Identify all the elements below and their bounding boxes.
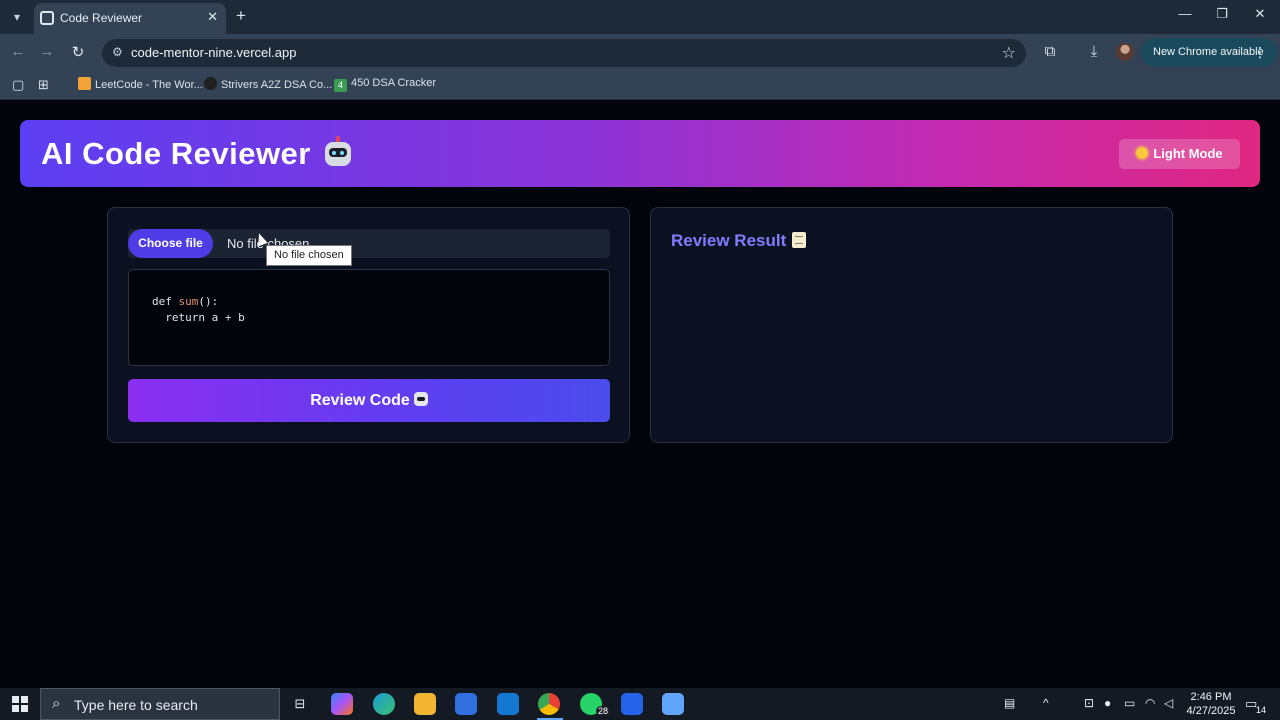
whatsapp-badge: 28 [596,706,611,716]
file-explorer-icon[interactable] [414,693,436,715]
chrome-icon[interactable] [538,693,560,715]
browser-toolbar: ← → ↻ ⚙ code-mentor-nine.vercel.app ☆ ⧉ … [0,34,1280,72]
outlook-icon[interactable] [497,693,519,715]
page-favicon-icon [40,11,54,25]
battery-icon[interactable]: ▭ [1124,696,1135,710]
taskbar-clock[interactable]: 2:46 PM 4/27/2025 [1185,690,1237,718]
review-result-panel: Review Result [650,207,1173,443]
tab-strip: ▾ Code Reviewer ✕ + — ❐ ✕ [0,0,1280,34]
tab-title: Code Reviewer [60,11,143,25]
edge-icon[interactable] [373,693,395,715]
back-icon[interactable]: ← [8,43,28,60]
code-input-panel: Choose file No file chosen No file chose… [107,207,630,443]
review-code-button[interactable]: Review Code [128,379,610,422]
light-mode-toggle-button[interactable]: Light Mode [1119,139,1240,169]
file-tooltip: No file chosen [266,245,352,266]
url-text[interactable]: code-mentor-nine.vercel.app [131,45,296,60]
reload-icon[interactable]: ↻ [68,43,88,61]
memo-icon [792,232,807,248]
close-window-icon[interactable]: ✕ [1250,6,1270,22]
task-view-icon[interactable]: ⊟ [289,693,311,715]
code-line: return a + b [152,311,245,324]
taskbar-search-placeholder: Type here to search [74,697,198,713]
windows-start-icon[interactable] [12,696,28,712]
wifi-icon[interactable]: ◠ [1145,696,1155,710]
choose-file-button[interactable]: Choose file [128,229,213,258]
chrome-update-button[interactable]: New Chrome available ⋮ [1141,38,1277,67]
robot-icon [321,136,353,168]
minimize-icon[interactable]: — [1175,6,1195,21]
show-hidden-icons-icon[interactable]: ^ [1043,696,1049,710]
downloads-icon[interactable]: ⤓ [1084,43,1104,60]
store-icon[interactable] [455,693,477,715]
notification-count: 14 [1256,705,1267,715]
clock-date: 4/27/2025 [1186,705,1236,717]
leetcode-icon [78,77,91,90]
notepad-icon[interactable] [662,693,684,715]
bookmarks-bar: ▢ ⊞ LeetCode - The Wor... Strivers A2Z D… [0,72,1280,100]
close-tab-icon[interactable]: ✕ [207,9,218,25]
new-tab-icon[interactable]: + [236,6,246,26]
code-line: def sum(): [152,295,219,308]
clock-time: 2:46 PM [1190,691,1232,703]
app-header: AI Code Reviewer Light Mode [20,120,1260,187]
bookmark-leetcode[interactable]: LeetCode - The Wor... [78,77,203,91]
screen-capture-icon[interactable] [621,693,643,715]
tab-search-icon[interactable]: ▾ [6,6,28,28]
strivers-icon [204,77,217,90]
menu-dots-icon[interactable]: ⋮ [1253,44,1267,61]
page-title: AI Code Reviewer [41,136,353,172]
page-content: AI Code Reviewer Light Mode Choose file … [0,100,1280,688]
windows-taskbar: ⌕ Type here to search ⊟ 28 ▤ ^ ⊡ ● ▭ ◠ ◁… [0,688,1280,720]
profile-avatar[interactable] [1116,43,1134,61]
volume-icon[interactable]: ◁ [1164,696,1173,710]
extensions-icon[interactable]: ⧉ [1040,43,1060,60]
bookmark-strivers[interactable]: Strivers A2Z DSA Co... [204,77,332,91]
review-result-title: Review Result [671,231,807,251]
side-panel-icon[interactable]: ▢ [12,77,24,93]
dsa-cracker-icon: 4 [334,79,347,92]
copilot-icon[interactable] [331,693,353,715]
microphone-icon[interactable]: ● [1104,696,1111,710]
news-widget-icon[interactable]: ▤ [1004,696,1015,710]
forward-icon[interactable]: → [37,43,57,60]
chrome-update-label: New Chrome available [1153,46,1264,58]
address-bar[interactable]: ⚙ code-mentor-nine.vercel.app ☆ [102,39,1026,67]
search-icon: ⌕ [52,695,61,712]
code-editor[interactable]: def sum(): return a + b [128,269,610,366]
site-info-icon[interactable]: ⚙ [112,45,123,59]
bookmark-450-dsa[interactable]: 4 450 DSA Cracker [334,77,436,92]
meet-now-icon[interactable]: ⊡ [1084,696,1094,710]
robot-icon [413,392,428,406]
bookmark-star-icon[interactable]: ☆ [1002,43,1016,63]
restore-icon[interactable]: ❐ [1212,6,1232,22]
apps-grid-icon[interactable]: ⊞ [38,77,49,93]
taskbar-search-input[interactable]: ⌕ Type here to search [40,688,280,720]
sun-icon [1136,147,1149,159]
tab-code-reviewer[interactable]: Code Reviewer ✕ [34,3,226,34]
file-input[interactable]: Choose file No file chosen [128,229,610,258]
